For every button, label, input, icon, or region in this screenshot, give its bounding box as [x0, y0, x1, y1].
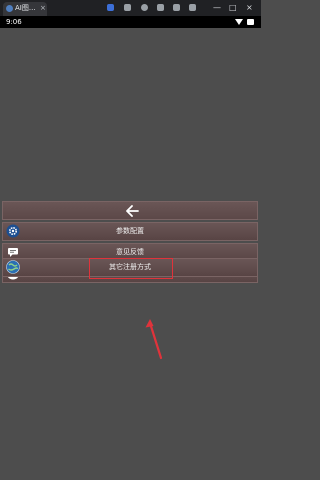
- toolbar-icon-4[interactable]: [189, 4, 196, 11]
- toolbar-icon-1[interactable]: [124, 4, 131, 11]
- toolbar-icon-2[interactable]: [157, 4, 164, 11]
- extension-icon[interactable]: [107, 4, 114, 11]
- tab-close-icon[interactable]: ×: [40, 3, 46, 14]
- maximize-icon[interactable]: □: [229, 2, 237, 13]
- browser-top-bar: AI图... × — □ ×: [0, 0, 261, 16]
- battery-icon: [247, 19, 254, 25]
- arrow-left-icon: [126, 205, 139, 217]
- browser-tab[interactable]: AI图... ×: [3, 2, 47, 16]
- minimize-icon[interactable]: —: [213, 2, 221, 13]
- tab-favicon-icon: [6, 5, 13, 12]
- toolbar-icon-3[interactable]: [173, 4, 180, 11]
- annotation-arrow-icon: [145, 319, 163, 360]
- highlight-box: [89, 258, 173, 279]
- account-icon[interactable]: [141, 4, 148, 11]
- back-button[interactable]: [2, 201, 258, 220]
- menu-item-settings[interactable]: 参数配置: [2, 222, 258, 241]
- status-bar: 9:06: [0, 16, 261, 28]
- tab-title: AI图...: [15, 4, 36, 12]
- menu-item-label: 参数配置: [116, 227, 144, 235]
- close-window-icon[interactable]: ×: [246, 2, 253, 13]
- wifi-icon: [235, 19, 243, 25]
- status-time: 9:06: [6, 18, 22, 26]
